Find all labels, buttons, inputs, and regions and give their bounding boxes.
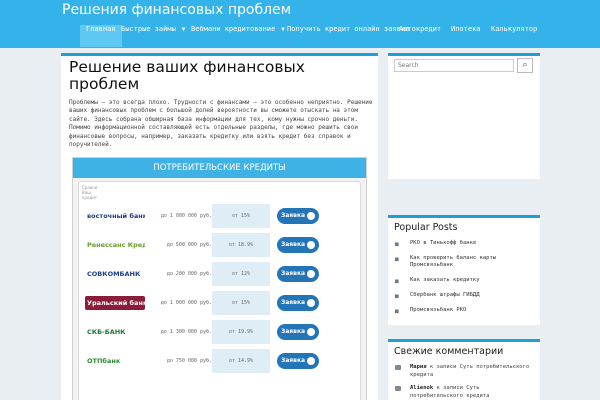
widget-logo: Сравни Ваш кредит	[82, 185, 98, 200]
popular-post-link[interactable]: ■ Промсвязьбанк РКО	[395, 307, 534, 315]
nav-item-label: Получить кредит онлайн заявка	[287, 25, 410, 33]
apply-button-label: Заявка	[281, 270, 306, 277]
nav-item-webmoney[interactable]: Вебмани кредитование ▼	[191, 25, 285, 47]
nav-item-label: Ипотека	[451, 25, 481, 33]
apply-button[interactable]: Заявка	[277, 266, 319, 282]
comment-item[interactable]: Мария к записи Суть потребительского кре…	[395, 364, 534, 379]
arrow-circle-icon	[305, 239, 317, 251]
nav-item-label: Вебмани кредитование	[191, 25, 276, 33]
apply-button[interactable]: Заявка	[277, 295, 319, 311]
apply-button[interactable]: Заявка	[277, 353, 319, 369]
arrow-circle-icon	[305, 297, 317, 309]
popular-post-link[interactable]: ■ Как проверить баланс карты Промсвязьбан…	[395, 255, 534, 269]
post-label: РКО в Тинькофф банке	[410, 240, 477, 246]
nav-item-label: Главная	[86, 25, 116, 33]
main-content: Решение ваших финансовых проблем Проблем…	[61, 53, 378, 400]
bullet-icon: ■	[395, 308, 399, 315]
arrow-circle-icon	[305, 326, 317, 338]
comment-author[interactable]: Alienok	[410, 385, 433, 391]
nav-item-quick-loans[interactable]: Быстрые займы ▼	[121, 25, 185, 47]
bullet-icon: ■	[395, 241, 399, 248]
credit-rate: от 15%	[212, 291, 270, 315]
credit-amount: до 1 000 000 руб.	[160, 213, 212, 219]
post-label: Как заказать кредитку	[410, 277, 480, 283]
main-nav: Главная Быстрые займы ▼ Вебмани кредитова…	[0, 24, 600, 48]
nav-item-online-credit[interactable]: Получить кредит онлайн заявка	[287, 25, 409, 47]
nav-item-mortgage[interactable]: Ипотека	[451, 25, 481, 47]
credit-amount: до 200 000 руб.	[166, 271, 212, 277]
bullet-icon: ■	[395, 278, 399, 285]
bank-logo: Уральский банк	[85, 296, 145, 310]
credit-amount: до 1 300 000 руб.	[160, 329, 212, 335]
comment-text: к записи Суть потребительского кредита	[410, 364, 530, 378]
chevron-down-icon: ▼	[281, 26, 285, 33]
credit-amount: до 500 000 руб.	[166, 242, 212, 248]
credit-rate: от 14.9%	[212, 349, 270, 373]
comment-icon	[395, 386, 401, 391]
apply-button-label: Заявка	[281, 328, 306, 335]
popular-post-link[interactable]: ■ Как заказать кредитку	[395, 277, 534, 285]
popular-post-link[interactable]: ■ Сбербанк штрафы ГИБДД	[395, 292, 534, 300]
popular-posts-widget: Popular Posts ■ РКО в Тинькофф банке ■ Как…	[388, 215, 540, 325]
credit-rate: от 12%	[212, 262, 270, 286]
credit-rate: от 19.9%	[212, 320, 270, 344]
post-label: Промсвязьбанк РКО	[410, 307, 467, 313]
credit-widget: ПОТРЕБИТЕЛЬСКИЕ КРЕДИТЫ Сравни Ваш креди…	[72, 157, 367, 400]
recent-comments-title: Свежие комментарии	[394, 346, 504, 357]
nav-item-home[interactable]: Главная	[80, 25, 122, 47]
apply-button-label: Заявка	[281, 299, 306, 306]
comment-item[interactable]: Alienok к записи Суть потребительского к…	[395, 385, 534, 400]
nav-item-autocredit[interactable]: Автокредит	[399, 25, 441, 47]
search-widget: ⌕	[388, 53, 540, 179]
arrow-circle-icon	[305, 355, 317, 367]
site-header: Решения финансовых проблем Главная Быстр…	[0, 0, 600, 48]
comment-icon	[395, 365, 401, 370]
apply-button-label: Заявка	[281, 357, 306, 364]
nav-item-label: Быстрые займы	[121, 25, 176, 33]
bank-logo: СКБ-БАНК	[85, 325, 145, 339]
widget-accent-line	[388, 53, 540, 56]
nav-item-label: Калькулятор	[491, 25, 538, 33]
bank-logo: Ренессанс Кредит	[85, 238, 145, 252]
search-icon[interactable]: ⌕	[517, 58, 533, 73]
post-label: Сбербанк штрафы ГИБДД	[410, 292, 480, 298]
recent-comments-widget: Свежие комментарии Мария к записи Суть п…	[388, 339, 540, 400]
credit-row: восточный банк до 1 000 000 руб. от 15% …	[82, 204, 358, 228]
bullet-icon: ■	[395, 256, 399, 263]
credit-amount: до 750 000 руб.	[166, 358, 212, 364]
credit-row: СОВКОМБАНК до 200 000 руб. от 12% Заявка	[82, 262, 358, 286]
credit-row: ОТПбанк до 750 000 руб. от 14.9% Заявка	[82, 349, 358, 373]
credit-rate: от 18.9%	[212, 233, 270, 257]
chevron-down-icon: ▼	[181, 26, 186, 33]
apply-button[interactable]: Заявка	[277, 237, 319, 253]
widget-body: Сравни Ваш кредит восточный банк до 1 00…	[78, 181, 361, 400]
bank-logo: ОТПбанк	[85, 354, 145, 368]
credit-amount: до 1 000 000 руб.	[160, 300, 212, 306]
nav-item-label: Автокредит	[399, 25, 442, 33]
credit-row: Ренессанс Кредит до 500 000 руб. от 18.9…	[82, 233, 358, 257]
bank-logo: СОВКОМБАНК	[85, 267, 145, 281]
apply-button[interactable]: Заявка	[277, 324, 319, 340]
apply-button-label: Заявка	[281, 212, 306, 219]
widget-title: ПОТРЕБИТЕЛЬСКИЕ КРЕДИТЫ	[73, 158, 366, 178]
credit-row: СКБ-БАНК до 1 300 000 руб. от 19.9% Заяв…	[82, 320, 358, 344]
apply-button-label: Заявка	[281, 241, 306, 248]
credit-row: Уральский банк до 1 000 000 руб. от 15% …	[82, 291, 358, 315]
bank-logo: восточный банк	[85, 209, 145, 223]
popular-post-link[interactable]: ■ РКО в Тинькофф банке	[395, 240, 534, 248]
bullet-icon: ■	[395, 293, 399, 300]
popular-posts-title: Popular Posts	[394, 222, 458, 233]
arrow-circle-icon	[305, 210, 317, 222]
arrow-circle-icon	[305, 268, 317, 280]
site-title[interactable]: Решения финансовых проблем	[62, 2, 291, 18]
search-input[interactable]	[394, 59, 514, 72]
apply-button[interactable]: Заявка	[277, 208, 319, 224]
comment-author[interactable]: Мария	[410, 364, 427, 370]
page-title: Решение ваших финансовых проблем	[69, 58, 305, 93]
intro-text: Проблемы – это всегда плохо. Трудности с…	[69, 99, 373, 149]
nav-item-calculator[interactable]: Калькулятор	[491, 25, 537, 47]
content-accent-line	[61, 53, 378, 56]
credit-rate: от 15%	[212, 204, 270, 228]
post-label: Как проверить баланс карты Промсвязьбанк	[410, 255, 497, 268]
